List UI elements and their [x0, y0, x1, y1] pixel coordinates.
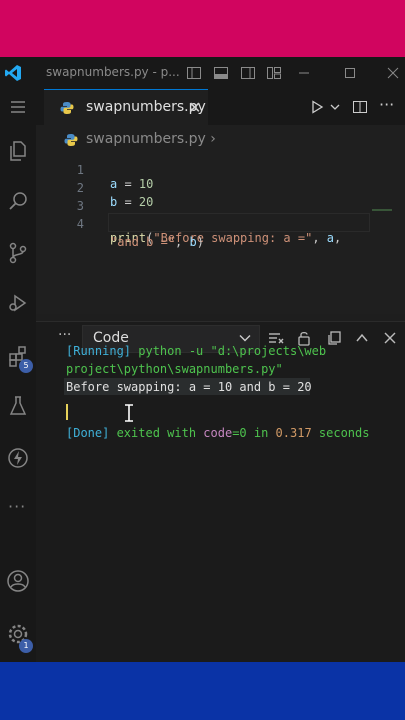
token-comma: , [175, 235, 190, 249]
top-color-band [0, 0, 405, 57]
output-running-line-1: [Running] python -u "d:\projects\web [66, 344, 326, 358]
extensions-badge: 5 [19, 359, 33, 373]
token-comma: , [334, 231, 342, 245]
close-window-icon[interactable] [385, 65, 401, 81]
tab-close-icon[interactable]: ✕ [188, 98, 201, 117]
token-string: "and b =" [110, 235, 176, 249]
token-comma: , [312, 231, 327, 245]
tab-swapnumbers[interactable]: swapnumbers.py ✕ [44, 89, 208, 126]
maximize-icon[interactable] [342, 65, 358, 81]
source-control-icon[interactable] [6, 241, 30, 265]
menu-icon[interactable] [6, 95, 30, 119]
output-panel: ··· Code [Running] python -u "d:\project… [36, 321, 405, 663]
ibeam-cursor-icon [125, 404, 133, 422]
output-done-line: [Done] exited with code=0 in 0.317 secon… [66, 426, 369, 440]
close-panel-icon[interactable] [382, 330, 398, 346]
python-file-icon [60, 102, 74, 114]
toggle-sidebar-icon[interactable] [186, 65, 202, 81]
done-tag: [Done] [66, 426, 110, 440]
vscode-logo-icon [5, 65, 21, 81]
minimize-icon[interactable] [296, 65, 312, 81]
code-line-4: 4 print("Before swapping: a =", a, [36, 203, 341, 245]
code-line-3: 3 [36, 185, 94, 213]
command-text-1: python -u "d:\projects\web [131, 344, 327, 358]
token-number: 10 [138, 177, 154, 191]
seconds-text: seconds [311, 426, 370, 440]
token-var: b [189, 235, 197, 249]
maximize-panel-icon[interactable] [354, 330, 370, 346]
text-cursor [66, 404, 68, 420]
token-number: 20 [138, 195, 154, 209]
search-icon[interactable] [6, 189, 30, 213]
panel-more-icon[interactable]: ··· [58, 327, 71, 343]
output-running-line-2: project\python\swapnumbers.py" [66, 362, 283, 376]
toggle-panel-icon[interactable] [213, 65, 229, 81]
more-icon[interactable]: ··· [8, 497, 26, 516]
title-bar: swapnumbers.py - p... [0, 57, 405, 89]
window-title: swapnumbers.py - p... [46, 65, 180, 79]
wrapped-line-highlight [108, 213, 370, 232]
editor-area: swapnumbers.py ✕ ··· swapnumbers.py › 1 … [36, 89, 405, 314]
breadcrumb-separator: › [210, 131, 216, 147]
token-paren: ) [196, 235, 204, 249]
customize-layout-icon[interactable] [266, 65, 282, 81]
token-op: = [117, 177, 139, 191]
bottom-color-band [0, 662, 405, 720]
code-line-1: 1 a = 10 [36, 149, 154, 191]
token-var: a [326, 231, 334, 245]
command-text-2: project\python\swapnumbers.py" [66, 362, 283, 376]
minimap[interactable] [372, 209, 392, 211]
testing-icon[interactable] [6, 394, 30, 418]
token-op: = [117, 195, 139, 209]
copy-output-icon[interactable] [326, 330, 342, 346]
explorer-icon[interactable] [6, 139, 30, 163]
settings-badge: 1 [19, 639, 33, 653]
program-output-line: Before swapping: a = 10 and b = 20 [66, 380, 312, 394]
exited-text: exited with [109, 426, 204, 440]
elapsed-seconds: 0.317 [275, 426, 312, 440]
run-python-icon[interactable] [310, 100, 324, 114]
more-actions-icon[interactable]: ··· [379, 95, 394, 114]
exit-code: =0 [232, 426, 247, 440]
activity-bar: 5 ··· 1 [0, 89, 36, 662]
breadcrumb-file[interactable]: swapnumbers.py [86, 131, 206, 147]
breadcrumb-python-icon [64, 134, 78, 146]
code-line-4-wrap: "and b =", b) [36, 221, 204, 249]
code-keyword: code [203, 426, 233, 440]
running-tag: [Running] [66, 344, 132, 358]
split-editor-icon[interactable] [352, 99, 368, 115]
account-icon[interactable] [6, 569, 30, 593]
chevron-down-icon [239, 335, 251, 342]
vscode-window: swapnumbers.py - p... 5 ··· 1 swapnumber… [0, 57, 405, 663]
in-text: in [246, 426, 276, 440]
run-dropdown-chevron-icon[interactable] [330, 103, 340, 111]
lightning-extension-icon[interactable] [6, 446, 30, 470]
run-debug-icon[interactable] [6, 291, 30, 315]
toggle-secondary-sidebar-icon[interactable] [240, 65, 256, 81]
tab-bar: swapnumbers.py ✕ ··· [36, 89, 405, 126]
code-line-2: 2 b = 20 [36, 167, 154, 209]
